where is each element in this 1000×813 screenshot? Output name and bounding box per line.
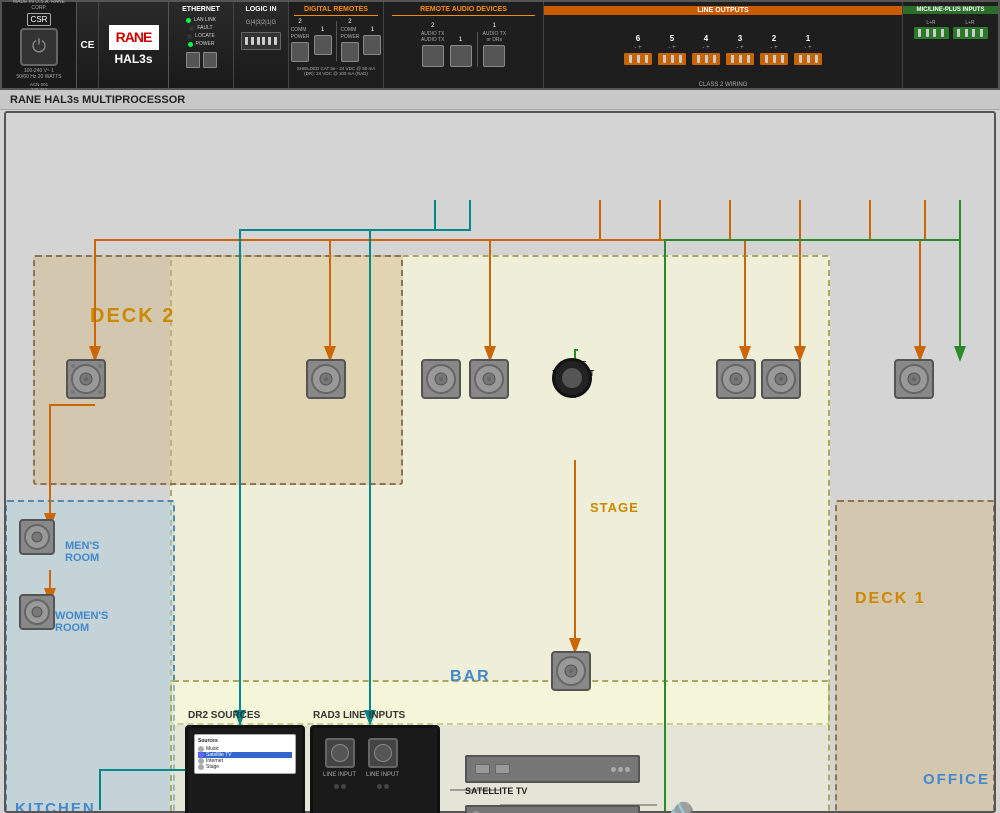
bar-label: BAR [450, 668, 491, 686]
manufacturer-label: MADE IN U.S.A. RANE CORP. [6, 0, 72, 11]
mic-connectors: L+R L+R [914, 20, 988, 39]
rane-logo-section: RANE HAL3s [99, 2, 169, 88]
voltage-label: 100-240 V~ 150/60 Hz 20 WATTS [16, 68, 61, 80]
rad3-label: RAD3 LINE INPUTS [313, 710, 405, 721]
speaker-bar [550, 650, 595, 705]
fault-led-row: FAULT [189, 25, 212, 31]
power-led-row: POWER [188, 41, 215, 47]
ethernet-section: ETHERNET LAN LINK FAULT LOCATE POWER [169, 2, 234, 88]
stage-label: STAGE [590, 500, 639, 515]
satellite-tv-label: SATELLITE TV [465, 786, 527, 796]
rj45-port-2[interactable] [203, 52, 217, 68]
xlr-input-symbol: STAGEXLR INPUT [552, 358, 594, 378]
mic-inputs-label: MIC/LINE-PLUS INPUTS [903, 6, 998, 14]
speaker-stage-1 [420, 358, 465, 413]
deck2-label: DECK 2 [90, 305, 175, 328]
fault-led [189, 26, 194, 31]
power-section: MADE IN U.S.A. RANE CORP. CSR ⏻ 100-240 … [2, 2, 77, 88]
dr2-panel: DR2 SOURCES Sources Music Satellite TV I… [185, 725, 305, 813]
rj45-ports [186, 52, 217, 68]
ce-mark: CE [77, 2, 99, 88]
logic-port-label: G|4|3|2|1|G [246, 20, 276, 26]
dr-port-2[interactable] [291, 42, 309, 62]
dr-ports-row: 2 COMM POWER 1 2 COMM POWER [291, 19, 382, 62]
hal3s-model: HAL3s [114, 52, 152, 66]
lan-link-led-row: LAN LINK [186, 17, 216, 23]
deck1-label: DECK 1 [855, 590, 926, 608]
diagram-area: DECK 2 STAGE BAR KITCHEN DECK 1 OFFICE M… [0, 110, 1000, 813]
rad-audio-port-2[interactable] [422, 45, 444, 67]
ethernet-label: ETHERNET [182, 6, 220, 13]
locate-led [187, 34, 192, 39]
panel-name-bar: RANE HAL3s MULTIPROCESSOR [0, 90, 1000, 110]
speaker-deck1 [893, 358, 938, 413]
logic-in-section: LOGIC IN G|4|3|2|1|G [234, 2, 289, 88]
line-outputs-section: LINE OUTPUTS 6 - + 5 - + 4 - + [544, 2, 903, 88]
mic-inputs-section: MIC/LINE-PLUS INPUTS L+R L+R [903, 2, 998, 88]
speaker-womens-room [18, 593, 58, 638]
deck1-zone [835, 500, 995, 813]
internet-music-device [465, 805, 640, 813]
csr-mark: CSR [27, 13, 52, 26]
digital-remotes-label: DIGITAL REMOTES [294, 6, 379, 16]
rj45-port-1[interactable] [186, 52, 200, 68]
office-label: OFFICE [923, 771, 990, 788]
rane-logo-box: RANE [109, 25, 159, 50]
cable-note: SHIELDED CAT 5e - 24 VDC @ 50 mA (DR): 2… [291, 66, 381, 76]
rad-audio-port-1[interactable] [450, 45, 472, 67]
logic-connector [241, 32, 281, 50]
speaker-stage-4 [760, 358, 805, 413]
rad3-panel: RAD3 LINE INPUTS LINE INPUT LINE INPUT [310, 725, 440, 813]
speaker-stage-2 [468, 358, 513, 413]
remote-audio-label: REMOTE AUDIO DEVICES [392, 6, 535, 16]
power-led [188, 42, 193, 47]
class2-label: CLASS 2 WIRING [699, 82, 748, 88]
speaker-deck2-2 [305, 358, 350, 413]
rad-dr-port[interactable] [483, 45, 505, 67]
dr-port-1[interactable] [314, 35, 332, 55]
speaker-deck2-1 [65, 358, 110, 413]
line-output-connectors: 6 - + 5 - + 4 - + 3 [616, 17, 830, 82]
speaker-stage-3 [715, 358, 760, 413]
rad-port-2[interactable] [341, 42, 359, 62]
logic-in-label: LOGIC IN [245, 6, 276, 13]
womens-room-label: WOMEN'SROOM [55, 610, 108, 634]
line-outputs-label: LINE OUTPUTS [544, 6, 902, 15]
kitchen-label: KITCHEN [15, 800, 96, 813]
hardware-panel: MADE IN U.S.A. RANE CORP. CSR ⏻ 100-240 … [0, 0, 1000, 90]
satellite-tv-device [465, 755, 640, 783]
digital-remotes-section: DIGITAL REMOTES 2 COMM POWER 1 2 COMM PO… [289, 2, 384, 88]
power-outlet: ⏻ [20, 28, 58, 66]
remote-audio-section: REMOTE AUDIO DEVICES 2 AUDIO TXAUDIO TX … [384, 2, 544, 88]
mens-room-label: MEN'SROOM [65, 540, 99, 564]
dr2-label: DR2 SOURCES [188, 710, 260, 721]
lan-link-led [186, 18, 191, 23]
rad-port-1[interactable] [363, 35, 381, 55]
locate-led-row: LOCATE [187, 33, 215, 39]
rane-logo-text: RANE [116, 29, 152, 45]
rad-ports-row: 2 AUDIO TXAUDIO TX 1 1 AUDIO TXor DRs [421, 23, 506, 67]
speaker-mens-room [18, 518, 58, 563]
panel-name-text: RANE HAL3s MULTIPROCESSOR [10, 94, 185, 106]
